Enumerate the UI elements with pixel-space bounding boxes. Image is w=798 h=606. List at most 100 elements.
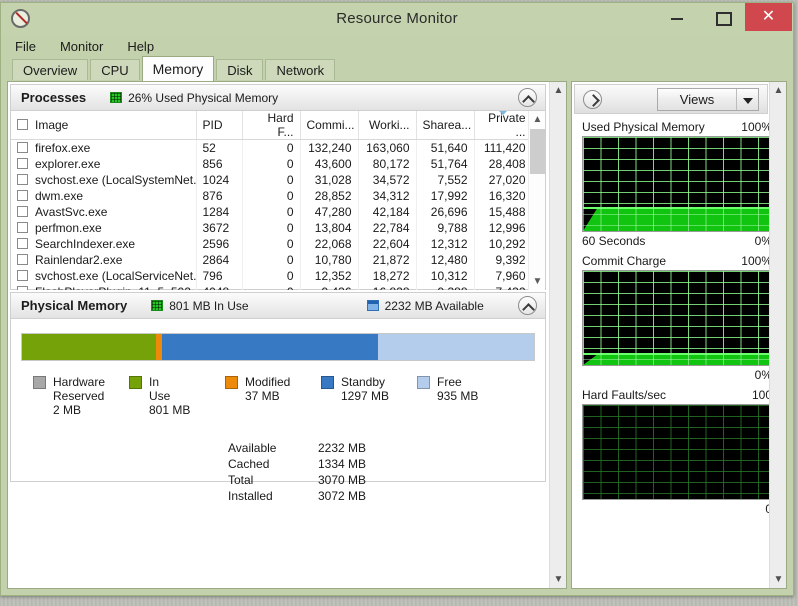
graph-footer: 0% [582,366,772,382]
cell-pid: 1284 [196,203,243,220]
row-checkbox[interactable] [17,221,28,233]
column-header-pid[interactable]: PID [196,111,243,140]
cell-working: 163,060 [358,139,417,156]
memory-segment-in-use [22,334,156,360]
row-checkbox[interactable] [17,141,28,153]
cell-private: 7,960 [474,267,533,284]
cell-hard: 0 [242,187,301,204]
tab-cpu[interactable]: CPU [90,59,140,80]
memory-usage-bar [21,333,535,361]
cell-image: svchost.exe (LocalSystemNet... [11,171,197,188]
column-header-image[interactable]: Image [11,111,197,140]
graph-hard-faults-sec: Hard Faults/sec100 0 [582,388,783,516]
graph-canvas [582,404,772,500]
cell-image: dwm.exe [11,187,197,204]
legend-swatch-icon [33,376,46,389]
row-checkbox[interactable] [17,189,28,201]
table-row[interactable]: FlashPlayerPlugin_11_5_502...404809,4361… [11,283,533,290]
table-row[interactable]: AvastSvc.exe 1284 0 47,280 42,184 26,696 15,48… [11,203,533,220]
left-pane-scrollbar[interactable]: ▲ ▼ [549,82,566,588]
cell-private: 7,432 [474,283,533,290]
column-header-private[interactable]: Private ... [474,111,533,140]
cell-pid: 3672 [196,219,243,236]
processes-header[interactable]: Processes 26% Used Physical Memory [11,85,545,111]
row-checkbox[interactable] [17,269,28,281]
table-row[interactable]: Rainlendar2.exe 2864 0 10,780 21,872 12,480 9,… [11,251,533,268]
menu-item-help[interactable]: Help [125,37,164,56]
cell-hard: 0 [242,235,301,252]
tab-network[interactable]: Network [265,59,336,80]
cell-commit: 47,280 [300,203,359,220]
table-row[interactable]: dwm.exe 876 0 28,852 34,312 17,992 16,320 [11,187,533,204]
table-row[interactable]: perfmon.exe 3672 0 13,804 22,784 9,788 12,996 [11,219,533,236]
tab-overview[interactable]: Overview [12,59,89,80]
legend-item: Standby 1297 MB [321,375,417,417]
cell-commit: 43,600 [300,155,359,172]
cell-shareable: 51,764 [416,155,475,172]
chevron-right-icon[interactable] [583,89,602,109]
maximize-button[interactable] [699,3,745,31]
cell-hard: 0 [242,283,301,290]
tab-disk[interactable]: Disk [216,59,264,80]
table-row[interactable]: SearchIndexer.exe 2596 0 22,068 22,604 12,312… [11,235,533,252]
table-row[interactable]: firefox.exe 52 0 132,240 163,060 51,640 111,42… [11,139,533,156]
cell-working: 22,604 [358,235,417,252]
row-checkbox[interactable] [17,157,28,169]
graph-grid [583,405,771,499]
select-all-checkbox[interactable] [17,119,28,130]
menu-item-monitor[interactable]: Monitor [58,37,113,56]
cell-commit: 132,240 [300,139,359,156]
cell-working: 80,172 [358,155,417,172]
physical-memory-collapse-button[interactable] [518,296,537,315]
memory-stat-row: Total 3070 MB [228,473,366,487]
left-pane-scroll-down-icon[interactable]: ▼ [550,571,566,588]
cell-commit: 12,352 [300,267,359,284]
column-label-private: Private ... [488,111,526,139]
physical-memory-header[interactable]: Physical Memory 801 MB In Use 2232 MB Av… [11,293,545,319]
scroll-down-icon[interactable]: ▼ [529,273,545,290]
cell-hard: 0 [242,267,301,284]
minimize-button[interactable] [654,3,700,31]
table-row[interactable]: explorer.exe 856 0 43,600 80,172 51,764 28,408 [11,155,533,172]
chevron-down-icon[interactable] [736,89,758,110]
column-header-hard-faults[interactable]: Hard F... [242,111,301,140]
column-label-image: Image [35,118,69,132]
row-checkbox[interactable] [17,285,28,290]
row-checkbox[interactable] [17,237,28,249]
left-pane-scroll-up-icon[interactable]: ▲ [550,82,566,99]
row-checkbox[interactable] [17,253,28,265]
right-pane-scroll-down-icon[interactable]: ▼ [770,571,786,588]
close-button[interactable]: ✕ [745,3,792,31]
cell-pid: 796 [196,267,243,284]
cell-image: perfmon.exe [11,219,197,236]
client-area: Processes 26% Used Physical Memory Image… [7,81,789,589]
processes-scrollbar[interactable]: ▲ ▼ [528,111,545,290]
row-checkbox[interactable] [17,205,28,217]
memory-stat-value: 2232 MB [317,441,366,455]
in-use-meta: 801 MB In Use [151,298,249,313]
graph-ymax-label: 100% [741,120,772,134]
views-dropdown-button[interactable]: Views [657,88,759,111]
tab-strip: Overview CPU Memory Disk Network [1,56,793,81]
graph-commit-charge: Commit Charge 100% 0% [582,254,783,382]
graph-used-physical-memory: Used Physical Memory 100% 60 Seconds 0% [582,120,783,248]
column-header-shareable[interactable]: Sharea... [416,111,475,140]
right-pane-scroll-up-icon[interactable]: ▲ [770,82,786,99]
cell-shareable: 12,312 [416,235,475,252]
processes-scroll-thumb[interactable] [530,129,545,174]
scroll-up-icon[interactable]: ▲ [529,111,545,128]
tab-memory[interactable]: Memory [141,56,215,81]
row-checkbox[interactable] [17,173,28,185]
table-row[interactable]: svchost.exe (LocalServiceNet... 796 0 12,35… [11,267,533,284]
graph-header: Commit Charge 100% [582,254,772,270]
processes-collapse-button[interactable] [518,88,537,107]
in-use-swatch-icon [151,300,164,311]
cell-working: 21,872 [358,251,417,268]
table-row[interactable]: svchost.exe (LocalSystemNet... 1024 0 31,02… [11,171,533,188]
menu-item-file[interactable]: File [13,37,46,56]
graph-header: Hard Faults/sec 100 [582,388,772,404]
right-pane-scrollbar[interactable]: ▲ ▼ [769,82,786,588]
column-header-commit[interactable]: Commi... [300,111,359,140]
column-header-working-set[interactable]: Worki... [358,111,417,140]
in-use-text: 801 MB In Use [169,298,249,313]
